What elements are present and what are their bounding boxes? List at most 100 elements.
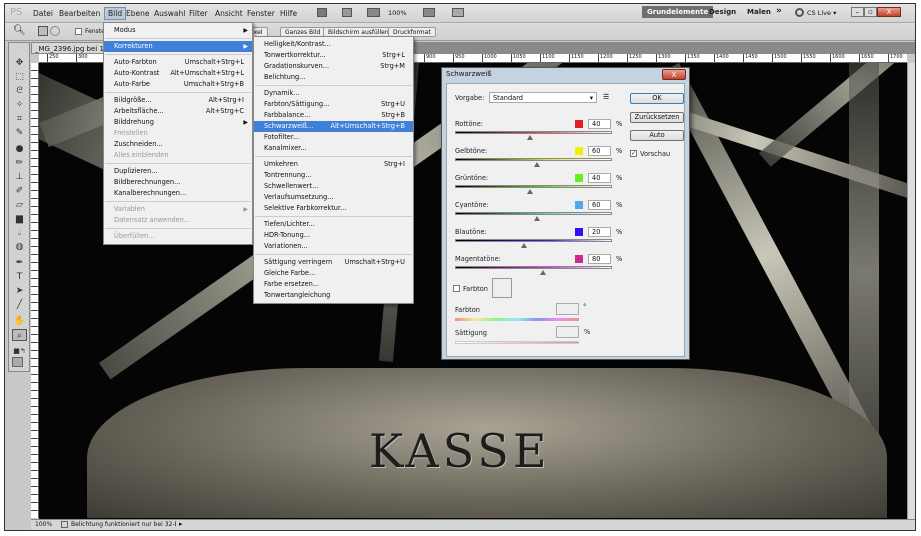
menu-item[interactable]: Bilddrehung ▶ xyxy=(104,117,252,128)
slider-value-input[interactable]: 60 xyxy=(588,200,611,210)
resize-windows-checkbox[interactable] xyxy=(75,28,82,35)
type-tool-icon[interactable]: T xyxy=(12,271,27,283)
workspace-design[interactable]: Design xyxy=(709,8,736,16)
menu-ebene[interactable]: Ebene xyxy=(126,9,149,18)
menu-item[interactable]: Helligkeit/Kontrast... xyxy=(254,39,413,50)
menu-item[interactable]: Selektive Farbkorrektur... xyxy=(254,203,413,214)
menu-fenster[interactable]: Fenster xyxy=(247,9,275,18)
menu-item[interactable]: Farbbalance... Strg+B xyxy=(254,110,413,121)
dodge-tool-icon[interactable]: ◍ xyxy=(12,241,27,253)
menu-item[interactable]: Dynamik... xyxy=(254,88,413,99)
menu-item[interactable]: Fotofilter... xyxy=(254,132,413,143)
cs-live-menu[interactable]: CS Live ▾ xyxy=(807,9,836,17)
quick-select-tool-icon[interactable]: ✧ xyxy=(12,99,27,111)
preset-select[interactable]: Standard ▾ xyxy=(489,92,597,103)
slider-value-input[interactable]: 40 xyxy=(588,119,611,129)
slider-track[interactable] xyxy=(455,239,612,242)
menu-ansicht[interactable]: Ansicht xyxy=(215,9,243,18)
screen-mode-icon[interactable] xyxy=(452,8,464,17)
slider-value-input[interactable]: 40 xyxy=(588,173,611,183)
menu-item[interactable]: Gradationskurven... Strg+M xyxy=(254,61,413,72)
menu-item[interactable]: Umkehren Strg+I xyxy=(254,159,413,170)
vertical-scrollbar[interactable] xyxy=(907,63,915,519)
menu-item[interactable]: Tonwertangleichung xyxy=(254,290,413,301)
menu-item[interactable]: Auto-Kontrast Alt+Umschalt+Strg+L xyxy=(104,68,252,79)
reset-button[interactable]: Zurücksetzen xyxy=(630,112,684,123)
more-workspaces-icon[interactable]: » xyxy=(776,6,782,16)
menu-item[interactable]: Korrekturen ▶ xyxy=(104,41,252,52)
slider-track[interactable] xyxy=(455,266,612,269)
blur-tool-icon[interactable]: 💧︎ xyxy=(12,227,27,239)
menu-item[interactable]: Zuschneiden... xyxy=(104,139,252,150)
slider-thumb[interactable] xyxy=(521,243,528,248)
foreground-color-swatch[interactable] xyxy=(12,357,23,367)
marquee-tool-icon[interactable]: ⬚ xyxy=(12,71,27,83)
slider-thumb[interactable] xyxy=(533,216,540,221)
dialog-close-button[interactable]: X xyxy=(662,69,686,80)
minibridge-icon[interactable] xyxy=(342,8,352,17)
lasso-tool-icon[interactable]: ᘓ xyxy=(12,85,27,97)
menu-item[interactable]: Tonwertkorrektur... Strg+L xyxy=(254,50,413,61)
default-colors-icon[interactable]: ■↰ xyxy=(12,345,27,357)
pen-tool-icon[interactable]: ✒ xyxy=(12,257,27,269)
menu-item[interactable]: HDR-Tonung... xyxy=(254,230,413,241)
line-tool-icon[interactable]: ╱ xyxy=(12,299,27,311)
menu-item[interactable]: Sättigung verringern Umschalt+Strg+U xyxy=(254,257,413,268)
preset-options-icon[interactable]: ☰ xyxy=(603,93,609,101)
eyedropper-tool-icon[interactable]: ✎ xyxy=(12,127,27,139)
slider-track[interactable] xyxy=(455,158,612,161)
menu-item[interactable]: Auto-Farbe Umschalt+Strg+B xyxy=(104,79,252,90)
slider-value-input[interactable]: 20 xyxy=(588,227,611,237)
slider-track[interactable] xyxy=(455,131,612,134)
slider-value-input[interactable]: 80 xyxy=(588,254,611,264)
zoom-dropdown[interactable]: 100% xyxy=(388,9,407,17)
path-select-icon[interactable]: ➤ xyxy=(12,285,27,297)
hand-tool-icon[interactable]: ✋ xyxy=(12,315,27,327)
menu-item[interactable]: Farbe ersetzen... xyxy=(254,279,413,290)
menu-item[interactable]: Variationen... xyxy=(254,241,413,252)
status-zoom[interactable]: 100% xyxy=(35,521,52,528)
status-menu-arrow-icon[interactable]: ▸ xyxy=(179,520,183,528)
crop-tool-icon[interactable]: ⌗ xyxy=(12,113,27,125)
zoom-in-icon[interactable] xyxy=(38,26,48,36)
move-tool-icon[interactable]: ✥ xyxy=(12,57,27,69)
preview-checkbox[interactable]: ✓ xyxy=(630,150,637,157)
menu-bearbeiten[interactable]: Bearbeiten xyxy=(59,9,100,18)
slider-track[interactable] xyxy=(455,212,612,215)
menu-item[interactable]: Arbeitsfläche... Alt+Strg+C xyxy=(104,106,252,117)
slider-track[interactable] xyxy=(455,185,612,188)
menu-item[interactable]: Bildberechnungen... xyxy=(104,177,252,188)
menu-item[interactable]: Belichtung... xyxy=(254,72,413,83)
clone-stamp-icon[interactable]: ⊥ xyxy=(12,171,27,183)
menu-item[interactable]: Bildgröße... Alt+Strg+I xyxy=(104,95,252,106)
brush-tool-icon[interactable]: ✏ xyxy=(12,157,27,169)
document-tab[interactable]: _MG_2396.jpg bei 100% (Grau/8) xyxy=(31,42,107,54)
slider-value-input[interactable]: 60 xyxy=(588,146,611,156)
bridge-icon[interactable] xyxy=(317,8,327,17)
menu-item[interactable]: Schwellenwert... xyxy=(254,181,413,192)
close-button[interactable]: X xyxy=(877,7,901,17)
menu-item[interactable]: Tontrennung... xyxy=(254,170,413,181)
menu-item[interactable]: Gleiche Farbe... xyxy=(254,268,413,279)
menu-filter[interactable]: Filter xyxy=(189,9,208,18)
menu-item[interactable]: Verlaufsumsetzung... xyxy=(254,192,413,203)
menu-item[interactable]: Kanalmixer... xyxy=(254,143,413,154)
slider-thumb[interactable] xyxy=(527,135,534,140)
healing-brush-icon[interactable]: ● xyxy=(12,143,27,155)
menu-item[interactable]: Schwarzweiß... Alt+Umschalt+Strg+B xyxy=(254,121,413,132)
zoom-out-icon[interactable] xyxy=(50,26,60,36)
menu-item[interactable]: Duplizieren... xyxy=(104,166,252,177)
view-extras-icon[interactable] xyxy=(367,8,380,17)
menu-hilfe[interactable]: Hilfe xyxy=(280,9,297,18)
menu-bild[interactable]: Bild xyxy=(104,7,127,20)
menu-item[interactable]: Tiefen/Lichter... xyxy=(254,219,413,230)
slider-thumb[interactable] xyxy=(527,189,534,194)
eraser-tool-icon[interactable]: ▱ xyxy=(12,199,27,211)
zoom-tool-icon[interactable]: ⌕ xyxy=(12,329,27,341)
slider-thumb[interactable] xyxy=(539,270,546,275)
gradient-tool-icon[interactable]: ▆ xyxy=(12,213,27,225)
ok-button[interactable]: OK xyxy=(630,93,684,104)
maximize-button[interactable]: ▫ xyxy=(864,7,877,17)
arrange-docs-icon[interactable] xyxy=(423,8,435,17)
tint-color-swatch[interactable] xyxy=(492,278,512,298)
